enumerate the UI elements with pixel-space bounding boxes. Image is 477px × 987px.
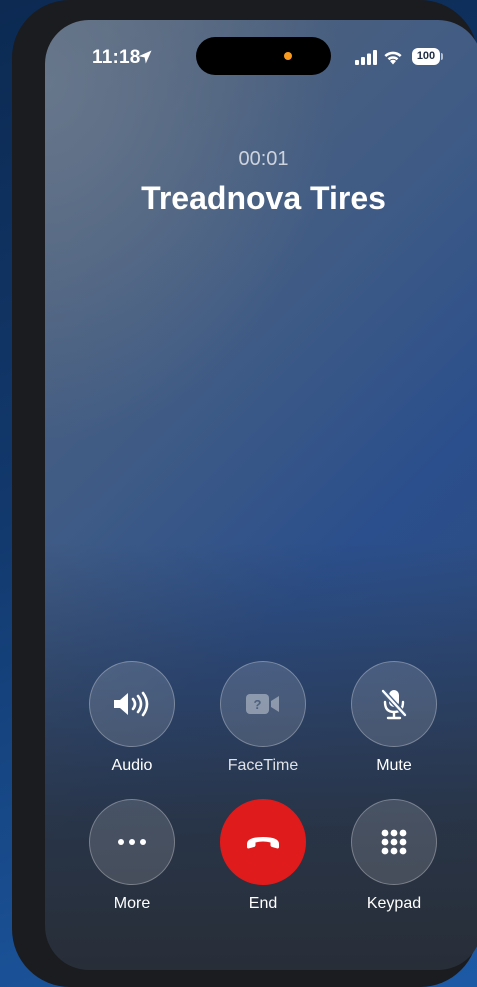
- facetime-label: FaceTime: [227, 757, 299, 774]
- keypad-button[interactable]: [351, 799, 437, 885]
- call-screen: 11:18 100 00:01 Treadnova Tires Audio ? …: [45, 20, 477, 970]
- more-button[interactable]: [89, 799, 175, 885]
- audio-label: Audio: [111, 757, 153, 774]
- location-arrow-icon: [138, 50, 152, 64]
- audio-control: Audio: [82, 661, 182, 775]
- end-call-button[interactable]: [220, 799, 306, 885]
- battery-icon: 100: [412, 48, 440, 65]
- svg-text:?: ?: [254, 697, 262, 712]
- mute-button[interactable]: [351, 661, 437, 747]
- mute-label: Mute: [376, 757, 412, 774]
- audio-button[interactable]: [89, 661, 175, 747]
- keypad-control: Keypad: [344, 799, 444, 913]
- phone-frame: 11:18 100 00:01 Treadnova Tires Audio ? …: [12, 0, 477, 987]
- end-control: End: [213, 799, 313, 913]
- more-label: More: [113, 895, 151, 912]
- dynamic-island: [196, 37, 331, 75]
- end-label: End: [248, 895, 278, 912]
- wifi-icon: [384, 51, 402, 65]
- speaker-icon: [114, 691, 149, 717]
- mute-mic-icon: [381, 689, 407, 720]
- facetime-control: ? FaceTime: [213, 661, 313, 775]
- ellipsis-icon: [118, 839, 146, 845]
- facetime-video-icon: ?: [246, 694, 279, 714]
- signal-icon: [355, 50, 377, 65]
- call-duration: 00:01: [238, 148, 289, 170]
- keypad-label: Keypad: [366, 895, 422, 912]
- status-time: 11:18: [92, 47, 141, 68]
- facetime-button[interactable]: ?: [220, 661, 306, 747]
- keypad-icon: [381, 829, 407, 855]
- battery-tip: [441, 53, 443, 60]
- caller-name: Treadnova Tires: [141, 180, 386, 216]
- orange-indicator-dot: [284, 52, 292, 60]
- end-call-icon: [247, 837, 279, 849]
- mute-control: Mute: [344, 661, 444, 775]
- more-control: More: [82, 799, 182, 913]
